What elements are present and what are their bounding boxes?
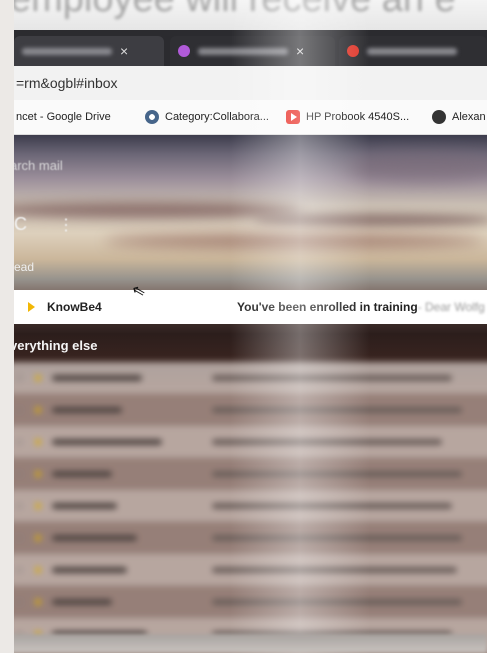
- screen-photo: employee will receive an e × × =rm&ogbl#…: [0, 0, 487, 653]
- inbox-toolbar: C ⋮: [14, 214, 75, 235]
- star-icon[interactable]: ☆: [14, 467, 26, 481]
- background-cloud: [344, 152, 487, 182]
- email-row[interactable]: ☆: [14, 586, 487, 618]
- left-bezel: [0, 0, 14, 653]
- email-row[interactable]: ☆: [14, 490, 487, 522]
- email-row[interactable]: ☆: [14, 362, 487, 394]
- bookmark-label: HP Probook 4540S...: [306, 111, 410, 123]
- email-subject: You've been enrolled in training: [237, 300, 418, 314]
- importance-marker-icon[interactable]: [36, 373, 42, 382]
- importance-marker-icon[interactable]: [36, 565, 42, 574]
- star-icon[interactable]: ☆: [14, 595, 26, 609]
- search-input[interactable]: arch mail: [14, 158, 63, 173]
- tab-title: [198, 47, 288, 55]
- tab-bar: × ×: [14, 30, 487, 66]
- section-label-everything-else: verything else: [14, 338, 98, 353]
- importance-marker-icon[interactable]: [36, 501, 42, 510]
- tab-title: [367, 47, 457, 55]
- email-row[interactable]: ☆: [14, 554, 487, 586]
- tab-third[interactable]: [339, 36, 487, 66]
- email-row-knowbe4[interactable]: KnowBe4 You've been enrolled in training…: [14, 290, 487, 324]
- caption-band: employee will receive an e: [0, 0, 487, 30]
- close-icon[interactable]: ×: [120, 43, 128, 59]
- bookmark-alexan[interactable]: Alexan: [432, 100, 486, 134]
- email-row[interactable]: ☆: [14, 458, 487, 490]
- bookmark-label: Category:Collabora...: [165, 111, 269, 123]
- bookmark-google-drive[interactable]: ncet - Google Drive: [16, 100, 111, 134]
- bookmarks-bar: ncet - Google Drive Category:Collabora..…: [14, 100, 487, 135]
- email-snippet: - Dear Wolfg: [417, 300, 485, 314]
- email-row[interactable]: ☆: [14, 426, 487, 458]
- gmail-inbox: arch mail C ⋮ read KnowBe4 You've been e…: [14, 134, 487, 653]
- star-icon[interactable]: ☆: [14, 499, 26, 513]
- globe-icon: [432, 110, 446, 124]
- importance-marker-icon[interactable]: [36, 597, 42, 606]
- importance-marker-icon[interactable]: [36, 469, 42, 478]
- email-row[interactable]: ☆: [14, 394, 487, 426]
- email-sender: KnowBe4: [47, 300, 102, 314]
- importance-marker-icon[interactable]: [36, 437, 42, 446]
- importance-marker-icon[interactable]: [36, 533, 42, 542]
- bookmark-category[interactable]: Category:Collabora...: [145, 100, 269, 134]
- refresh-icon[interactable]: C: [14, 214, 27, 234]
- tab-second[interactable]: ×: [170, 36, 335, 66]
- caption-text: employee will receive an e: [10, 0, 456, 21]
- star-icon[interactable]: ☆: [14, 403, 26, 417]
- more-options-icon[interactable]: ⋮: [58, 217, 75, 234]
- tab-title: [22, 47, 112, 55]
- email-row[interactable]: ☆: [14, 522, 487, 554]
- bookmark-label: ncet - Google Drive: [16, 111, 111, 123]
- star-icon[interactable]: ☆: [14, 563, 26, 577]
- tab-gmail[interactable]: ×: [14, 36, 164, 66]
- close-icon[interactable]: ×: [296, 43, 304, 59]
- star-icon[interactable]: ☆: [14, 435, 26, 449]
- star-icon[interactable]: ☆: [14, 371, 26, 385]
- section-label-read: read: [14, 260, 35, 274]
- star-icon[interactable]: ☆: [14, 531, 26, 545]
- bookmark-hp-probook[interactable]: HP Probook 4540S...: [286, 100, 409, 134]
- favicon-icon: [347, 45, 359, 57]
- favicon-icon: [178, 45, 190, 57]
- background-cloud: [254, 214, 487, 226]
- bottom-bezel: [0, 634, 487, 653]
- youtube-icon: [286, 110, 300, 124]
- inbox-list-blurred: ☆ ☆ ☆ ☆ ☆ ☆ ☆ ☆ ☆ ☆: [14, 362, 487, 653]
- gear-icon: [145, 110, 159, 124]
- bookmark-label: Alexan: [452, 111, 486, 123]
- importance-marker-icon[interactable]: [36, 405, 42, 414]
- importance-marker-icon[interactable]: [28, 302, 35, 312]
- background-cloud: [104, 234, 484, 248]
- address-bar[interactable]: =rm&ogbl#inbox: [14, 66, 487, 100]
